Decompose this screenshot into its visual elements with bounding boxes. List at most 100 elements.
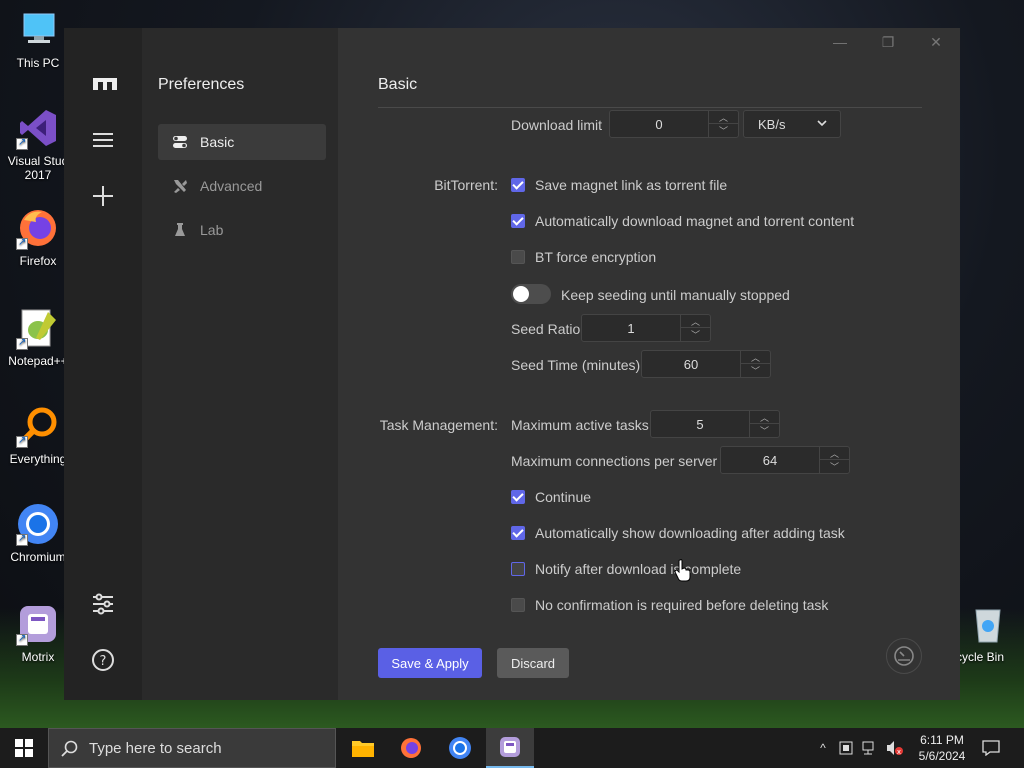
title-divider: [378, 107, 922, 108]
chevron-up-icon[interactable]: ︿: [680, 315, 710, 328]
motrix-icon: [500, 737, 520, 757]
nav-item-basic[interactable]: Basic: [158, 124, 326, 160]
keep-seeding-label: Keep seeding until manually stopped: [561, 287, 790, 303]
clock-date: 5/6/2024: [918, 749, 966, 763]
max-connections-stepper[interactable]: 64 ︿ ﹀: [720, 446, 850, 474]
preferences-content: — ❐ ✕ Basic Download limit 0 ︿ ﹀ KB/s Bi…: [338, 28, 960, 700]
search-magnifier-icon: [16, 404, 60, 448]
nav-item-label: Advanced: [200, 178, 263, 194]
nav-item-advanced[interactable]: Advanced: [158, 168, 326, 204]
usb-device-icon[interactable]: [838, 740, 854, 756]
download-limit-stepper[interactable]: 0 ︿ ﹀: [609, 110, 739, 138]
volume-muted-icon[interactable]: x: [886, 740, 904, 756]
taskbar-clock[interactable]: 6:11 PM 5/6/2024: [912, 732, 972, 764]
taskbar-chromium[interactable]: [437, 728, 483, 768]
speedometer-button[interactable]: [886, 638, 922, 674]
chevron-down-icon[interactable]: ﹀: [680, 328, 710, 341]
search-placeholder: Type here to search: [89, 739, 222, 757]
chevron-up-icon[interactable]: ︿: [819, 447, 849, 460]
recycle-bin-icon: [966, 602, 1010, 646]
seed-time-label: Seed Time (minutes): [511, 357, 641, 373]
help-icon[interactable]: ?: [91, 648, 115, 672]
save-magnet-checkbox[interactable]: [511, 178, 525, 192]
close-icon[interactable]: ✕: [922, 34, 950, 51]
svg-text:?: ?: [100, 654, 107, 669]
preferences-sliders-icon[interactable]: [91, 592, 115, 616]
chevron-down-icon[interactable]: ﹀: [749, 424, 779, 437]
force-encryption-checkbox[interactable]: [511, 250, 525, 264]
seed-time-stepper[interactable]: 60 ︿ ﹀: [641, 350, 771, 378]
taskbar-search-box[interactable]: Type here to search: [48, 728, 336, 768]
chevron-down-icon[interactable]: ﹀: [740, 364, 770, 377]
download-limit-label: Download limit: [511, 117, 603, 133]
start-button[interactable]: [0, 728, 48, 768]
svg-text:x: x: [897, 748, 901, 756]
show-downloading-checkbox[interactable]: [511, 526, 525, 540]
notepadpp-icon: [16, 306, 60, 350]
notify-checkbox[interactable]: [511, 562, 525, 576]
select-value: KB/s: [758, 116, 786, 132]
notification-center-button[interactable]: [976, 728, 1006, 768]
firefox-icon: [16, 206, 60, 250]
continue-checkbox[interactable]: [511, 490, 525, 504]
keep-seeding-toggle[interactable]: [511, 284, 551, 304]
task-management-section-label: Task Management:: [379, 417, 498, 433]
save-apply-button[interactable]: Save & Apply: [378, 648, 482, 678]
max-active-stepper[interactable]: 5 ︿ ﹀: [650, 410, 780, 438]
no-confirm-checkbox[interactable]: [511, 598, 525, 612]
stepper-value[interactable]: 64: [721, 447, 819, 473]
chevron-up-icon[interactable]: ︿: [749, 411, 779, 424]
stepper-value[interactable]: 1: [582, 315, 680, 341]
taskbar-firefox[interactable]: [388, 728, 434, 768]
visual-studio-icon: [16, 106, 60, 150]
nav-item-lab[interactable]: Lab: [158, 212, 326, 248]
add-task-icon[interactable]: [91, 184, 115, 208]
seed-ratio-label: Seed Ratio: [511, 321, 581, 337]
no-confirm-label[interactable]: No confirmation is required before delet…: [535, 597, 828, 613]
windows-logo-icon: [15, 739, 33, 757]
chevron-up-icon[interactable]: ︿: [740, 351, 770, 364]
shortcut-arrow-icon: [16, 237, 28, 250]
chevron-down-icon[interactable]: ﹀: [708, 124, 738, 137]
show-downloading-label[interactable]: Automatically show downloading after add…: [535, 525, 845, 541]
chevron-down-icon[interactable]: ﹀: [819, 460, 849, 473]
desktop-icon-label: cycle Bin: [956, 650, 1005, 664]
stepper-value[interactable]: 0: [610, 111, 708, 137]
minimize-icon[interactable]: —: [826, 34, 854, 50]
folder-icon: [352, 741, 374, 757]
hand-cursor-icon: [674, 559, 691, 582]
stepper-value[interactable]: 5: [651, 411, 749, 437]
notify-label[interactable]: Notify after download is complete: [535, 561, 741, 577]
page-title: Basic: [378, 76, 418, 93]
stepper-value[interactable]: 60: [642, 351, 740, 377]
discard-button[interactable]: Discard: [497, 648, 569, 678]
auto-download-checkbox[interactable]: [511, 214, 525, 228]
force-encryption-label[interactable]: BT force encryption: [535, 249, 656, 265]
shortcut-arrow-icon: [16, 137, 28, 150]
system-tray: ^ x: [814, 728, 914, 768]
app-rail: ?: [64, 28, 142, 700]
download-limit-unit-select[interactable]: KB/s: [743, 110, 841, 138]
network-icon[interactable]: [862, 740, 878, 756]
motrix-window: ? Preferences Basic Advanced Lab — ❐ ✕ B…: [64, 28, 960, 700]
shortcut-arrow-icon: [16, 337, 28, 350]
continue-label[interactable]: Continue: [535, 489, 591, 505]
shortcut-arrow-icon: [16, 633, 28, 646]
monitor-icon: [16, 8, 60, 52]
chevron-up-icon[interactable]: ^: [814, 741, 832, 755]
chevron-up-icon[interactable]: ︿: [708, 111, 738, 124]
taskbar-motrix[interactable]: [486, 728, 534, 768]
flask-icon: [170, 220, 190, 240]
auto-download-label[interactable]: Automatically download magnet and torren…: [535, 213, 854, 229]
preferences-nav: Preferences Basic Advanced Lab: [142, 28, 338, 700]
save-magnet-label[interactable]: Save magnet link as torrent file: [535, 177, 727, 193]
shortcut-arrow-icon: [16, 435, 28, 448]
max-connections-label: Maximum connections per server: [511, 453, 718, 469]
clock-time: 6:11 PM: [920, 733, 964, 747]
menu-icon[interactable]: [91, 128, 115, 152]
maximize-icon[interactable]: ❐: [874, 34, 902, 51]
desktop-icon-recycle-bin[interactable]: cycle Bin: [952, 602, 1024, 664]
seed-ratio-stepper[interactable]: 1 ︿ ﹀: [581, 314, 711, 342]
nav-item-label: Lab: [200, 222, 224, 238]
taskbar-file-explorer[interactable]: [340, 728, 386, 768]
